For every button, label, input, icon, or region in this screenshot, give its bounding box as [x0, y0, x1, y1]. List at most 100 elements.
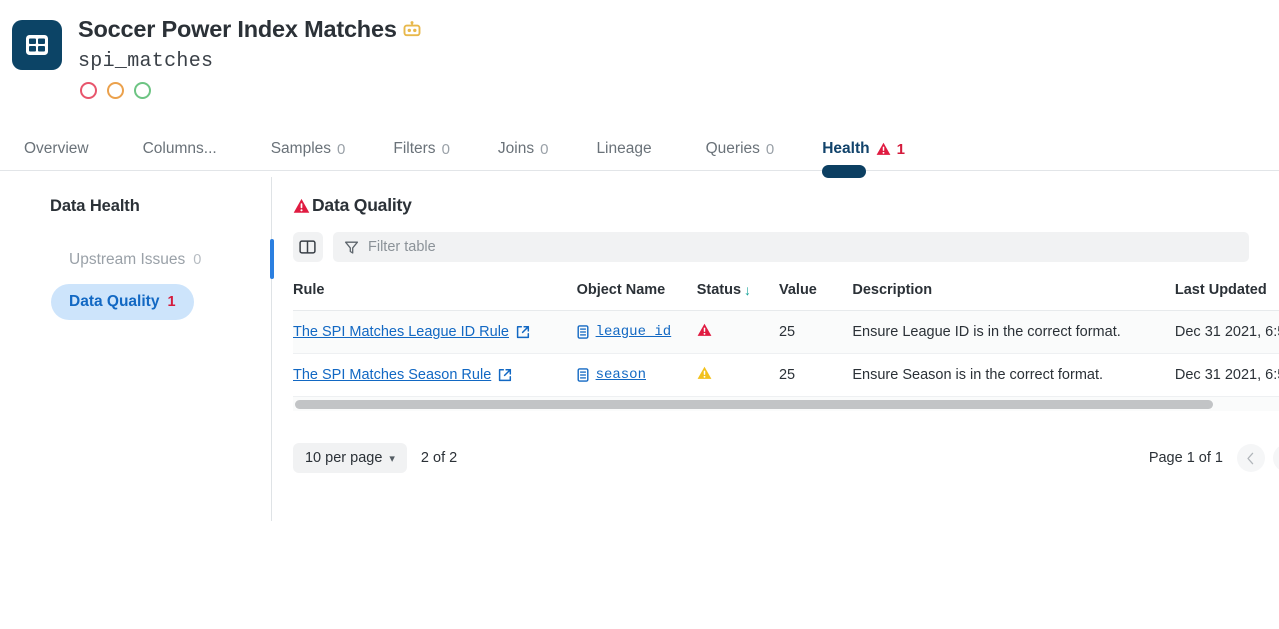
- filter-table-box[interactable]: [332, 232, 1249, 262]
- panel-heading: Data Quality: [293, 195, 1279, 216]
- status-dot-green: [134, 82, 151, 99]
- chevron-left-icon: [1247, 452, 1254, 464]
- cell-last-updated: Dec 31 2021, 6:50:00p: [1174, 310, 1279, 354]
- table-header-row: Rule Object Name Status ↓ Value Descript…: [292, 282, 1279, 311]
- tab-overview[interactable]: Overview: [24, 128, 121, 170]
- scrollbar-thumb[interactable]: [294, 399, 1213, 409]
- tab-count: 0: [441, 140, 450, 158]
- rule-link[interactable]: The SPI Matches League ID Rule: [293, 324, 509, 340]
- filter-funnel-icon: [344, 240, 359, 255]
- tab-count: 0: [337, 140, 346, 158]
- sidebar-divider: [270, 177, 274, 521]
- sidebar-item-label: Upstream Issues: [69, 251, 186, 268]
- tab-count: 0: [540, 140, 549, 158]
- col-header-label: Object Name: [576, 282, 666, 298]
- external-link-icon[interactable]: [498, 368, 512, 382]
- tab-samples[interactable]: Samples 0: [271, 128, 372, 170]
- panel-heading-label: Data Quality: [311, 195, 412, 215]
- col-header-label: Rule: [292, 282, 325, 298]
- object-link[interactable]: season: [596, 367, 646, 383]
- health-sidebar: Data Health Upstream Issues 0 Data Quali…: [0, 171, 271, 521]
- sidebar-item-label: Data Quality: [69, 293, 160, 310]
- active-tab-indicator: [822, 165, 867, 178]
- page-indicator: Page 1 of 1: [1148, 450, 1223, 466]
- warning-triangle-icon: [876, 142, 891, 156]
- chevron-down-icon: ▾: [389, 452, 395, 465]
- tab-label: Samples: [270, 140, 332, 157]
- table-toolbar: [292, 232, 1279, 262]
- status-dot-red: [80, 82, 97, 99]
- col-header-value[interactable]: Value: [778, 282, 853, 311]
- table-pagination: 10 per page ▾ 2 of 2 Page 1 of 1: [292, 443, 1279, 473]
- per-page-label: 10 per page: [304, 450, 383, 466]
- col-header-description[interactable]: Description: [852, 282, 1175, 311]
- cell-rule: The SPI Matches League ID Rule: [292, 310, 577, 354]
- per-page-select[interactable]: 10 per page ▾: [292, 443, 407, 473]
- col-header-status[interactable]: Status ↓: [696, 282, 779, 311]
- data-quality-table: Rule Object Name Status ↓ Value Descript…: [292, 282, 1279, 397]
- status-dots: [78, 82, 422, 99]
- tab-count: 1: [896, 140, 905, 158]
- tab-count: 0: [765, 140, 775, 158]
- page-header: Soccer Power Index Matches spi_matches: [0, 0, 1279, 99]
- col-header-last-updated[interactable]: Last Updated: [1174, 282, 1279, 311]
- main-content: Data Health Upstream Issues 0 Data Quali…: [0, 171, 1279, 521]
- warning-triangle-icon: [293, 198, 310, 214]
- col-header-label: Description: [852, 282, 933, 298]
- cell-status: [696, 310, 779, 354]
- cell-value: 25: [778, 310, 853, 354]
- table-grid-icon: [12, 20, 62, 70]
- cell-value: 25: [778, 353, 853, 397]
- data-quality-panel: Data Quality Filter table Rule Object Na…: [272, 171, 1279, 521]
- table-row[interactable]: The SPI Matches League ID Rule league_id…: [292, 310, 1279, 354]
- filter-table-input[interactable]: [367, 239, 1238, 255]
- tab-bar: Overview Columns... Samples 0 Filters 0 …: [0, 128, 1279, 178]
- tab-health[interactable]: Health 1: [822, 128, 931, 178]
- object-link[interactable]: league_id: [596, 324, 672, 340]
- col-header-rule[interactable]: Rule: [292, 282, 577, 311]
- sidebar-item-count: 1: [167, 294, 176, 310]
- cell-status: [696, 353, 779, 397]
- tab-label: Queries: [705, 140, 760, 157]
- cell-rule: The SPI Matches Season Rule: [292, 353, 577, 397]
- rule-link[interactable]: The SPI Matches Season Rule: [293, 367, 491, 383]
- columns-layout-icon[interactable]: [292, 232, 323, 262]
- tab-divider: [0, 170, 1279, 171]
- tab-columns[interactable]: Columns...: [143, 128, 249, 170]
- col-header-label: Status: [696, 282, 742, 298]
- tab-lineage[interactable]: Lineage: [596, 128, 683, 170]
- tab-label: Columns...: [142, 140, 217, 157]
- sidebar-item-data-quality[interactable]: Data Quality 1: [51, 284, 194, 320]
- tab-label: Overview: [24, 140, 89, 157]
- tab-label: Lineage: [596, 140, 652, 157]
- dataset-name: spi_matches: [78, 50, 214, 73]
- sidebar-nav-list: Upstream Issues 0 Data Quality 1: [50, 242, 271, 320]
- cell-last-updated: Dec 31 2021, 6:50:00p: [1174, 353, 1279, 397]
- result-count: 2 of 2: [420, 450, 458, 466]
- prev-page-button[interactable]: [1236, 444, 1265, 472]
- robot-icon: [403, 21, 422, 40]
- table-horizontal-scrollbar[interactable]: [292, 397, 1279, 411]
- tab-label: Filters: [393, 140, 436, 157]
- cell-object-name: season: [576, 353, 697, 397]
- tab-filters[interactable]: Filters 0: [393, 128, 476, 170]
- column-icon: [577, 325, 589, 339]
- tab-label: Health: [822, 140, 870, 157]
- cell-description: Ensure Season is in the correct format.: [852, 353, 1175, 397]
- external-link-icon[interactable]: [516, 325, 530, 339]
- sidebar-item-upstream-issues[interactable]: Upstream Issues 0: [51, 242, 219, 278]
- tab-label: Joins: [497, 140, 535, 157]
- col-header-object-name[interactable]: Object Name: [576, 282, 697, 311]
- sort-descending-icon[interactable]: ↓: [744, 283, 751, 297]
- table-row[interactable]: The SPI Matches Season Rule season 25 En…: [292, 353, 1279, 397]
- page-title: Soccer Power Index Matches: [78, 16, 397, 42]
- tab-queries[interactable]: Queries 0: [706, 128, 801, 170]
- status-badge: [697, 366, 712, 380]
- cell-description: Ensure League ID is in the correct forma…: [852, 310, 1175, 354]
- sidebar-item-count: 0: [193, 252, 202, 268]
- next-page-button[interactable]: [1272, 444, 1279, 472]
- col-header-label: Value: [778, 282, 817, 298]
- status-dot-amber: [107, 82, 124, 99]
- cell-object-name: league_id: [576, 310, 697, 354]
- tab-joins[interactable]: Joins 0: [498, 128, 575, 170]
